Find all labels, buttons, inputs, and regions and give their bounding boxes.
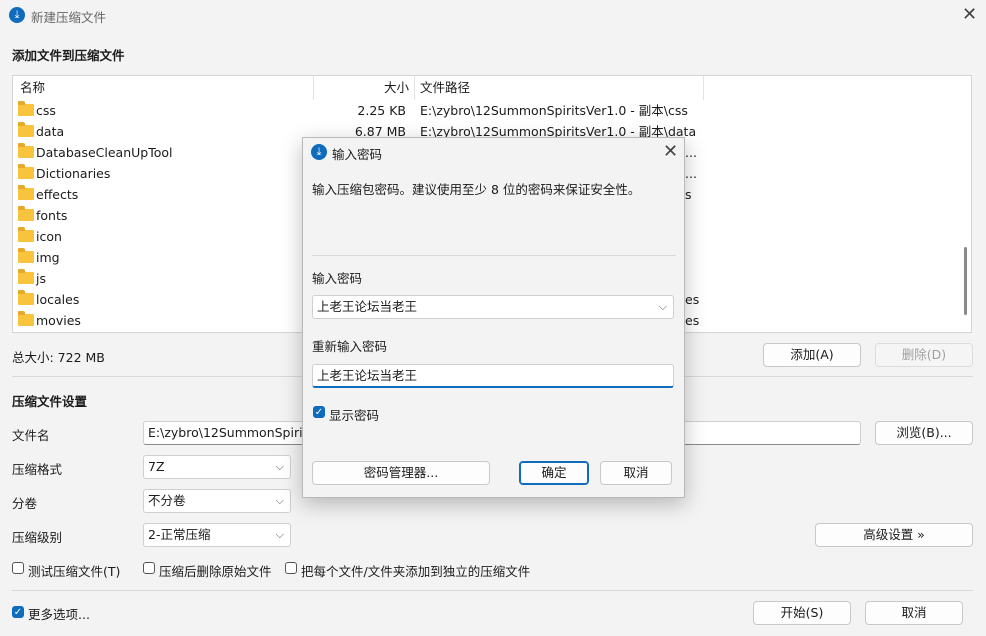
password-value: 上老王论坛当老王 [317, 299, 418, 314]
show-password-label[interactable]: 显示密码 [329, 405, 379, 424]
folder-icon [18, 143, 34, 158]
separate-archives-label[interactable]: 把每个文件/文件夹添加到独立的压缩文件 [301, 561, 530, 580]
cancel-button[interactable]: 取消 [865, 601, 963, 625]
separate-archives-checkbox[interactable] [285, 562, 297, 574]
format-label: 压缩格式 [12, 462, 63, 477]
vertical-scrollbar[interactable] [960, 77, 970, 331]
delete-button[interactable]: 删除(D) [875, 343, 973, 367]
folder-icon [18, 269, 34, 284]
app-icon: ⤓ [9, 7, 25, 23]
password-dialog: ⤓ 输入密码 ✕ 输入压缩包密码。建议使用至少 8 位的密码来保证安全性。 输入… [302, 137, 685, 498]
delete-after-label[interactable]: 压缩后删除原始文件 [159, 561, 272, 580]
show-password-checkbox[interactable]: ✓ [313, 406, 325, 418]
close-icon[interactable]: ✕ [663, 143, 678, 161]
folder-icon [18, 248, 34, 263]
volume-select-value: 不分卷 [148, 493, 186, 508]
test-archive-label[interactable]: 测试压缩文件(T) [28, 561, 120, 580]
list-item[interactable]: css 2.25 KB E:\zybro\12SummonSpiritsVer1… [13, 100, 971, 121]
folder-icon [18, 164, 34, 179]
file-name: DatabaseCleanUpTool [36, 145, 173, 160]
add-button[interactable]: 添加(A) [763, 343, 861, 367]
settings-title: 压缩文件设置 [12, 394, 88, 409]
file-name: css [36, 103, 56, 118]
divider [12, 590, 973, 591]
file-name: movies [36, 313, 81, 328]
volume-label: 分卷 [12, 496, 38, 511]
volume-select[interactable]: 不分卷 ⌵ [143, 489, 291, 513]
file-name: js [36, 271, 46, 286]
level-select[interactable]: 2-正常压缩 ⌵ [143, 523, 291, 547]
file-name: effects [36, 187, 79, 202]
column-header-name[interactable]: 名称 [20, 76, 45, 100]
format-select-value: 7Z [148, 459, 165, 474]
file-path: ... [685, 166, 697, 181]
file-size: 2.25 KB [357, 103, 406, 118]
password-input[interactable]: 上老王论坛当老王 ⌵ [312, 295, 674, 319]
file-name: locales [36, 292, 80, 307]
file-name: img [36, 250, 60, 265]
file-name: data [36, 124, 65, 139]
more-options-label[interactable]: 更多选项... [28, 604, 90, 623]
folder-icon [18, 206, 34, 221]
column-separator[interactable] [703, 76, 704, 100]
browse-button[interactable]: 浏览(B)... [875, 421, 973, 445]
close-icon[interactable]: ✕ [962, 6, 977, 24]
folder-icon [18, 311, 34, 326]
more-options-checkbox[interactable]: ✓ [12, 606, 24, 618]
folder-icon [18, 101, 34, 116]
total-size: 总大小: 722 MB [12, 350, 105, 365]
app-icon: ⤓ [311, 144, 327, 160]
format-select[interactable]: 7Z ⌵ [143, 455, 291, 479]
confirm-password-input[interactable]: 上老王论坛当老王 [312, 364, 674, 388]
column-header-path[interactable]: 文件路径 [420, 76, 470, 100]
filename-label: 文件名 [12, 428, 50, 443]
level-label: 压缩级别 [12, 530, 63, 545]
file-path: ... [685, 145, 697, 160]
level-select-value: 2-正常压缩 [148, 527, 211, 542]
test-archive-checkbox[interactable] [12, 562, 24, 574]
chevron-down-icon: ⌵ [275, 460, 284, 473]
dialog-title: 输入密码 [332, 147, 383, 162]
file-path: es [685, 313, 700, 328]
dialog-description: 输入压缩包密码。建议使用至少 8 位的密码来保证安全性。 [312, 182, 641, 197]
chevron-down-icon: ⌵ [275, 528, 284, 541]
confirm-password-value: 上老王论坛当老王 [317, 368, 418, 383]
add-section-title: 添加文件到压缩文件 [12, 48, 125, 63]
start-button[interactable]: 开始(S) [753, 601, 851, 625]
scrollbar-thumb[interactable] [964, 247, 967, 315]
delete-after-checkbox[interactable] [143, 562, 155, 574]
file-name: Dictionaries [36, 166, 111, 181]
column-separator[interactable] [313, 76, 314, 100]
file-path: s [685, 187, 692, 202]
file-name: icon [36, 229, 62, 244]
password-label: 输入密码 [312, 271, 363, 286]
file-path: es [685, 292, 700, 307]
window-title: 新建压缩文件 [31, 10, 107, 25]
folder-icon [18, 122, 34, 137]
file-path: E:\zybro\12SummonSpiritsVer1.0 - 副本\css [420, 103, 688, 118]
column-header-size[interactable]: 大小 [384, 76, 409, 100]
folder-icon [18, 227, 34, 242]
folder-icon [18, 290, 34, 305]
ok-button[interactable]: 确定 [519, 461, 589, 485]
confirm-password-label: 重新输入密码 [312, 339, 388, 354]
chevron-down-icon: ⌵ [275, 494, 284, 507]
dialog-cancel-button[interactable]: 取消 [600, 461, 672, 485]
file-name: fonts [36, 208, 68, 223]
chevron-down-icon[interactable]: ⌵ [659, 296, 667, 318]
advanced-settings-button[interactable]: 高级设置 » [815, 523, 973, 547]
divider [312, 255, 676, 256]
folder-icon [18, 185, 34, 200]
column-separator[interactable] [414, 76, 415, 100]
password-manager-button[interactable]: 密码管理器... [312, 461, 490, 485]
